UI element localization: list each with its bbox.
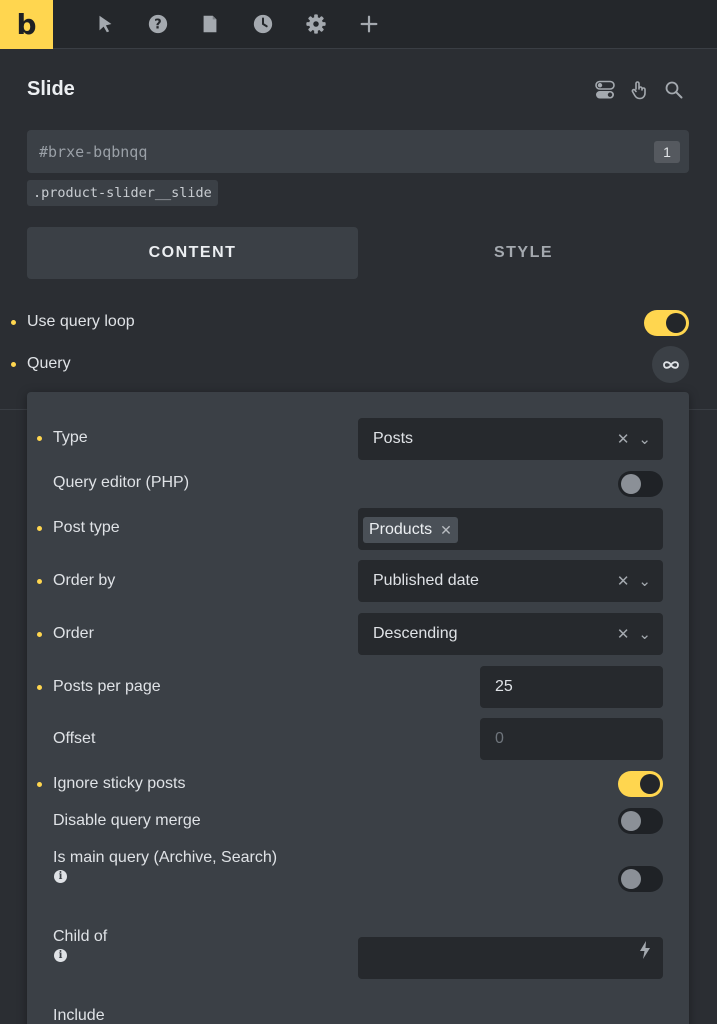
clear-icon[interactable]: ✕ bbox=[617, 572, 630, 590]
hand-pointer-icon[interactable] bbox=[628, 78, 650, 102]
disable-merge-label: Disable query merge bbox=[53, 812, 201, 829]
ignore-sticky-label: Ignore sticky posts bbox=[53, 775, 186, 792]
post-type-multiselect[interactable]: Products ✕ bbox=[358, 508, 663, 550]
setting-indicator-dot bbox=[11, 320, 16, 325]
panel-title: Slide bbox=[27, 78, 75, 100]
info-icon[interactable]: i bbox=[54, 949, 67, 962]
setting-indicator-dot bbox=[37, 526, 42, 531]
child-of-input[interactable] bbox=[358, 937, 663, 979]
page-icon[interactable] bbox=[198, 12, 222, 36]
posts-per-page-input[interactable]: 25 bbox=[480, 666, 663, 708]
bricks-logo[interactable]: b bbox=[0, 0, 53, 49]
disable-merge-toggle[interactable] bbox=[618, 808, 663, 834]
offset-placeholder: 0 bbox=[495, 730, 504, 747]
chevron-down-icon[interactable]: ⌄ bbox=[638, 430, 651, 448]
setting-indicator-dot bbox=[37, 579, 42, 584]
is-main-query-label: Is main query (Archive, Search) bbox=[53, 849, 278, 866]
element-id-text: #brxe-bqbnqq bbox=[39, 142, 148, 161]
dynamic-data-icon[interactable] bbox=[639, 929, 651, 971]
type-label: Type bbox=[53, 429, 88, 446]
ignore-sticky-toggle[interactable] bbox=[618, 771, 663, 797]
posts-per-page-label: Posts per page bbox=[53, 678, 161, 695]
use-query-loop-toggle[interactable] bbox=[644, 310, 689, 336]
search-icon[interactable] bbox=[663, 78, 685, 102]
query-loop-button[interactable] bbox=[652, 346, 689, 383]
clear-icon[interactable]: ✕ bbox=[617, 430, 630, 448]
infinity-icon bbox=[662, 360, 679, 369]
query-label: Query bbox=[27, 355, 71, 372]
toggle-icon[interactable] bbox=[594, 78, 616, 102]
offset-input[interactable]: 0 bbox=[480, 718, 663, 760]
type-select[interactable]: Posts ✕ ⌄ bbox=[358, 418, 663, 460]
order-label: Order bbox=[53, 625, 94, 642]
post-type-tag: Products ✕ bbox=[363, 517, 458, 543]
include-label: Include bbox=[53, 1007, 105, 1024]
query-editor-toggle[interactable] bbox=[618, 471, 663, 497]
post-type-label: Post type bbox=[53, 519, 120, 536]
element-id-count-badge: 1 bbox=[654, 141, 680, 163]
setting-indicator-dot bbox=[37, 436, 42, 441]
help-icon[interactable]: ? bbox=[146, 12, 170, 36]
info-icon[interactable]: i bbox=[54, 870, 67, 883]
chevron-down-icon[interactable]: ⌄ bbox=[638, 572, 651, 590]
css-class-chip[interactable]: .product-slider__slide bbox=[27, 180, 218, 206]
svg-text:?: ? bbox=[154, 18, 161, 33]
query-editor-label: Query editor (PHP) bbox=[53, 474, 190, 491]
chevron-down-icon[interactable]: ⌄ bbox=[638, 625, 651, 643]
offset-label: Offset bbox=[53, 730, 96, 747]
order-by-select[interactable]: Published date ✕ ⌄ bbox=[358, 560, 663, 602]
top-toolbar: b ? bbox=[0, 0, 717, 49]
remove-tag-icon[interactable]: ✕ bbox=[440, 522, 452, 539]
history-icon[interactable] bbox=[251, 12, 275, 36]
settings-icon[interactable] bbox=[304, 12, 328, 36]
order-by-label: Order by bbox=[53, 572, 116, 589]
clear-icon[interactable]: ✕ bbox=[617, 625, 630, 643]
add-icon[interactable] bbox=[357, 12, 381, 36]
child-of-label: Child of bbox=[53, 928, 108, 945]
order-by-value: Published date bbox=[373, 572, 479, 589]
setting-indicator-dot bbox=[11, 362, 16, 367]
pointer-icon[interactable] bbox=[93, 12, 117, 36]
order-value: Descending bbox=[373, 625, 458, 642]
setting-indicator-dot bbox=[37, 782, 42, 787]
posts-per-page-value: 25 bbox=[495, 678, 513, 695]
use-query-loop-label: Use query loop bbox=[27, 313, 135, 330]
tab-content[interactable]: CONTENT bbox=[27, 227, 358, 279]
setting-indicator-dot bbox=[37, 632, 42, 637]
post-type-tag-label: Products bbox=[369, 521, 433, 538]
order-select[interactable]: Descending ✕ ⌄ bbox=[358, 613, 663, 655]
tab-style[interactable]: STYLE bbox=[358, 227, 689, 279]
is-main-query-toggle[interactable] bbox=[618, 866, 663, 892]
type-value: Posts bbox=[373, 430, 414, 447]
element-id-field[interactable]: #brxe-bqbnqq 1 bbox=[27, 130, 689, 173]
setting-indicator-dot bbox=[37, 685, 42, 690]
query-settings-popup: Type Posts ✕ ⌄ Query editor (PHP) Post ty… bbox=[27, 392, 689, 1024]
